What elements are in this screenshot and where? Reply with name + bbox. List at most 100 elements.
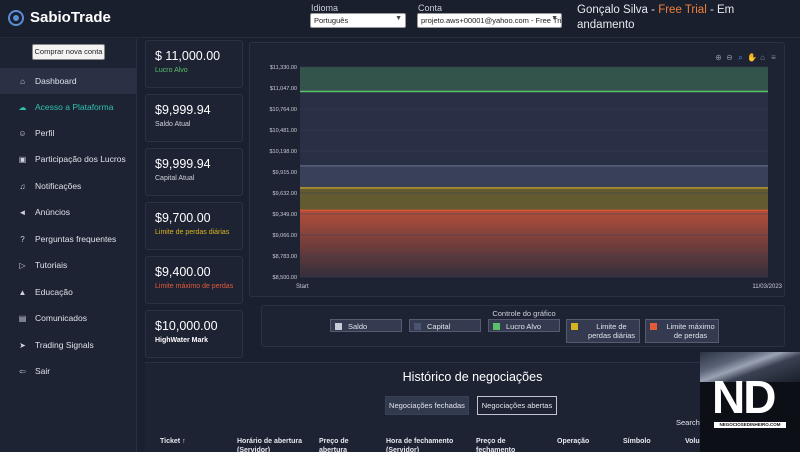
sidebar-item-label: Trading Signals (35, 340, 94, 350)
card-value: $9,400.00 (155, 265, 211, 279)
y-tick-label: $11,047.00 (270, 86, 297, 92)
cloud-icon: ☁ (18, 102, 27, 112)
y-tick-label: $8,783.00 (273, 254, 297, 260)
sidebar-item-education[interactable]: ▲ Educação (0, 279, 137, 305)
logout-icon: ⇦ (19, 366, 26, 376)
buy-new-account-button[interactable]: Comprar nova conta (32, 44, 105, 60)
card-value: $10,000.00 (155, 319, 218, 333)
chart-controls: Controle do gráfico Saldo Capital Lucro … (261, 305, 785, 347)
card-label: HighWater Mark (155, 337, 209, 344)
megaphone-icon: ◄ (18, 207, 27, 217)
toggle-label: Limite máximo de perdas (666, 322, 715, 340)
profit-share-icon: ▣ (18, 154, 27, 164)
max-loss-limit-area (300, 210, 768, 277)
y-tick-label: $11,330.00 (270, 65, 297, 71)
sidebar-item-label: Comunicados (35, 313, 87, 323)
top-bar: SabioTrade Idioma Português ▼ Conta proj… (0, 0, 800, 38)
user-name: Gonçalo Silva - (577, 4, 655, 16)
toggle-profit-target[interactable]: Lucro Alvo (488, 319, 560, 332)
watermark-caption: NEGOCIOSEDINHEIRO.COM (714, 422, 786, 428)
sidebar-item-label: Tutoriais (35, 260, 68, 270)
graduation-icon: ▲ (18, 287, 27, 297)
sidebar-item-profile[interactable]: ☺ Perfil (0, 120, 137, 146)
card-max-loss-limit: $9,400.00 Limite máximo de perdas (145, 256, 243, 304)
home-icon: ⌂ (20, 76, 25, 86)
swatch-icon (571, 323, 578, 330)
column-header-symbol[interactable]: Símbolo (623, 437, 651, 446)
sidebar-item-tutorials[interactable]: ▷ Tutoriais (0, 252, 137, 278)
y-tick-label: $10,481.00 (269, 128, 297, 134)
column-header-close-price[interactable]: Preço de fechamento (476, 437, 532, 452)
toggle-label: Limite de perdas diárias (587, 322, 636, 340)
toggle-saldo[interactable]: Saldo (330, 319, 402, 332)
newspaper-icon: ▤ (18, 313, 27, 323)
chevron-down-icon: ▼ (551, 15, 558, 22)
sidebar-item-logout[interactable]: ⇦ Sair (0, 358, 137, 384)
sort-up-icon: ↑ (182, 438, 186, 445)
toggle-capital[interactable]: Capital (409, 319, 481, 332)
balance-area (300, 91, 768, 166)
plan-badge: Free Trial (658, 4, 707, 16)
y-tick-label: $9,915.00 (273, 170, 297, 176)
watermark-logo: ND NEGOCIOSEDINHEIRO.COM (700, 352, 800, 452)
y-tick-label: $9,066.00 (273, 233, 297, 239)
card-value: $9,999.94 (155, 103, 211, 117)
question-icon: ? (20, 234, 25, 244)
swatch-icon (493, 323, 500, 330)
y-tick-label: $9,349.00 (273, 212, 297, 218)
daily-loss-limit-area (300, 187, 768, 211)
sidebar-item-platform-access[interactable]: ☁ Acesso a Plataforma (0, 94, 137, 120)
account-value: projeto.aws+00001@yahoo.com - Free Trial (421, 16, 562, 25)
sidebar-item-label: Educação (35, 287, 73, 297)
language-value: Português (314, 16, 349, 25)
column-header-label: Ticket (160, 438, 181, 445)
sidebar-item-label: Notificações (35, 181, 82, 191)
column-header-close-time[interactable]: Hora de fechamento (Servidor) (386, 437, 466, 452)
toggle-label: Lucro Alvo (506, 322, 542, 331)
sidebar-item-profit-share[interactable]: ▣ Participação dos Lucros (0, 146, 137, 172)
toggle-daily-loss-limit[interactable]: Limite de perdas diárias (566, 319, 640, 343)
sidebar-item-label: Participação dos Lucros (35, 154, 126, 164)
swatch-icon (414, 323, 421, 330)
sidebar-item-dashboard[interactable]: ⌂ Dashboard (0, 68, 137, 94)
logo-icon (8, 9, 24, 26)
bell-icon: ♫ (19, 181, 26, 191)
tab-closed-trades[interactable]: Negociações fechadas (385, 396, 469, 415)
user-icon: ☺ (18, 128, 27, 138)
balance-chart-panel: ⊕ ⊖ ⌕ ✋ ⌂ ≡ $11,330.00 $11,047.00 $10,764.… (249, 42, 785, 297)
sidebar-item-notifications[interactable]: ♫ Notificações (0, 173, 137, 199)
column-header-operation[interactable]: Operação (557, 437, 589, 446)
swatch-icon (650, 323, 657, 330)
tab-open-trades[interactable]: Negociações abertas (477, 396, 557, 415)
chart-controls-title: Controle do gráfico (492, 309, 556, 318)
column-header-open-price[interactable]: Preço de abertura (319, 437, 369, 452)
sidebar: Comprar nova conta ⌂ Dashboard ☁ Acesso … (0, 39, 137, 452)
sidebar-item-label: Sair (35, 366, 51, 376)
sidebar-item-communications[interactable]: ▤ Comunicados (0, 305, 137, 331)
watermark-letters: ND (712, 371, 776, 423)
chevron-down-icon: ▼ (395, 15, 402, 22)
x-tick-label: Start (296, 284, 309, 290)
x-tick-label: 11/03/2023 (752, 284, 782, 290)
logo[interactable]: SabioTrade (8, 9, 111, 26)
toggle-label: Capital (427, 322, 451, 331)
account-select[interactable]: projeto.aws+00001@yahoo.com - Free Trial… (417, 13, 562, 28)
card-value: $ 11,000.00 (155, 49, 221, 63)
language-select[interactable]: Português ▼ (310, 13, 406, 28)
column-header-open-time[interactable]: Horário de abertura (Servidor) (237, 437, 315, 452)
sidebar-item-faq[interactable]: ? Perguntas frequentes (0, 226, 137, 252)
app-name: SabioTrade (30, 9, 111, 26)
user-status: Gonçalo Silva - Free Trial - Em andament… (577, 3, 737, 33)
card-label: Limite de perdas diárias (155, 229, 230, 236)
sidebar-item-announcements[interactable]: ◄ Anúncios (0, 199, 137, 225)
toggle-max-loss-limit[interactable]: Limite máximo de perdas (645, 319, 719, 343)
sidebar-item-label: Perfil (35, 128, 55, 138)
card-profit-target: $ 11,000.00 Lucro Alvo (145, 40, 243, 88)
y-tick-label: $9,632.00 (273, 191, 297, 197)
card-value: $9,700.00 (155, 211, 211, 225)
sidebar-item-trading-signals[interactable]: ➤ Trading Signals (0, 332, 137, 358)
search-label: Search: (676, 418, 702, 427)
sidebar-item-label: Perguntas frequentes (35, 234, 117, 244)
column-header-ticket[interactable]: Ticket ↑ (160, 437, 186, 446)
play-icon: ▷ (19, 260, 26, 270)
